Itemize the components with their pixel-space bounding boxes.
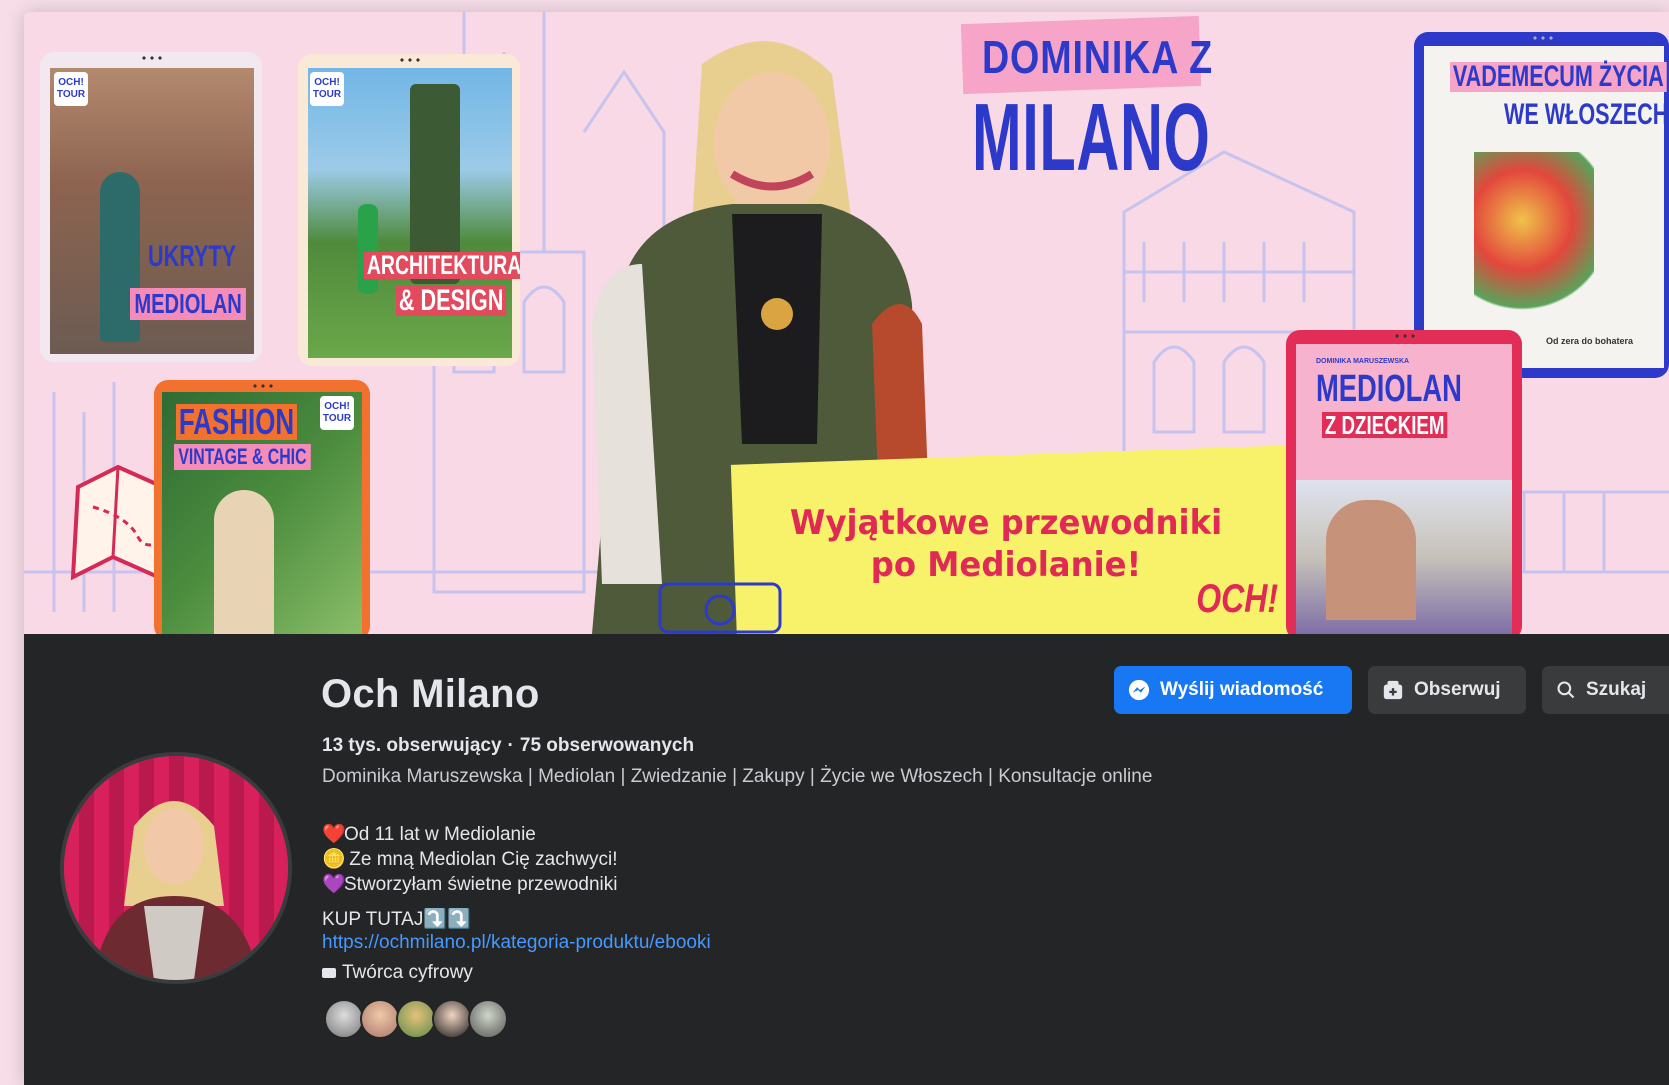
cover-tagline-line1: Wyjątkowe przewodniki <box>789 503 1223 543</box>
cover-title-line2: MILANO <box>972 84 1211 191</box>
follow-button[interactable]: Obserwuj <box>1368 666 1526 714</box>
book-author: DOMINIKA MARUSZEWSKA <box>1316 358 1410 365</box>
book-title-line2: & DESIGN <box>396 286 507 316</box>
follow-stats: 13 tys. obserwujący · 75 obserwowanych <box>322 735 694 757</box>
search-button[interactable]: Szukaj <box>1542 666 1669 714</box>
book-fashion-vintage-chic: OCH! TOUR FASHION VINTAGE & CHIC <box>154 380 370 634</box>
bio-line: 💜Stworzyłam świetne przewodniki <box>322 872 618 896</box>
followers-count[interactable]: 13 tys. obserwujący <box>322 735 502 756</box>
book-title-line1: MEDIOLAN <box>1316 368 1462 410</box>
bio-line: ❤️Od 11 lat w Mediolanie <box>322 822 536 846</box>
cover-tagline-line2: po Mediolanie! <box>870 545 1142 585</box>
search-icon <box>1556 680 1576 700</box>
facebook-page-window: OCH! TOUR UKRYTY MEDIOLAN OCH! TOUR ARCH… <box>24 12 1669 1085</box>
separator: · <box>507 735 514 756</box>
website-link[interactable]: https://ochmilano.pl/kategoria-produktu/… <box>322 932 711 954</box>
messenger-icon <box>1128 679 1150 701</box>
book-title-line1: UKRYTY <box>148 240 237 273</box>
follower-avatar[interactable] <box>432 999 472 1039</box>
cover-tagline: Wyjątkowe przewodniki po Mediolanie! <box>778 502 1234 586</box>
cover-photo[interactable]: OCH! TOUR UKRYTY MEDIOLAN OCH! TOUR ARCH… <box>24 12 1669 634</box>
category-icon <box>322 967 336 978</box>
page-category: Twórca cyfrowy <box>322 962 473 984</box>
och-tour-badge: OCH! TOUR <box>54 72 88 106</box>
follow-label: Obserwuj <box>1414 679 1501 700</box>
och-tour-badge: OCH! TOUR <box>320 396 354 430</box>
book-title-line1: FASHION <box>176 404 297 440</box>
follower-avatar[interactable] <box>396 999 436 1039</box>
send-message-button[interactable]: Wyślij wiadomość <box>1114 666 1352 714</box>
book-title-line1: VADEMECUM ŻYCIA <box>1450 62 1667 92</box>
send-message-label: Wyślij wiadomość <box>1160 679 1324 700</box>
bio-text: Stworzyłam świetne przewodniki <box>344 874 618 895</box>
profile-header: Och Milano 13 tys. obserwujący · 75 obserw… <box>24 634 1669 1085</box>
avatar-image <box>64 756 288 980</box>
book-vademecum: VADEMECUM ŻYCIA WE WŁOSZECH Od zera do b… <box>1414 32 1669 378</box>
cta-text: KUP TUTAJ <box>322 909 424 930</box>
bio-line: 🪙 Ze mną Mediolan Cię zachwyci! <box>322 847 618 871</box>
follow-icon <box>1382 679 1404 701</box>
following-count[interactable]: 75 obserwowanych <box>520 735 694 756</box>
follower-avatar[interactable] <box>324 999 364 1039</box>
book-architektura-design: OCH! TOUR ARCHITEKTURA & DESIGN <box>298 54 520 366</box>
bio-text: Od 11 lat w Mediolanie <box>344 824 536 845</box>
category-text: Twórca cyfrowy <box>342 962 473 983</box>
purple-heart-icon: 💜 <box>322 874 346 895</box>
camera-icon <box>658 582 782 634</box>
search-label: Szukaj <box>1586 679 1647 700</box>
arrow-down-icon: ⤵️⤵️ <box>423 909 471 930</box>
heart-icon: ❤️ <box>322 824 346 845</box>
book-title-line1: ARCHITEKTURA <box>364 252 520 279</box>
book-ukryty-mediolan: OCH! TOUR UKRYTY MEDIOLAN <box>40 52 262 362</box>
book-title-line2: MEDIOLAN <box>130 288 247 320</box>
page-title: Och Milano <box>321 672 540 716</box>
follower-avatar[interactable] <box>360 999 400 1039</box>
book-title-line2: Z DZIECKIEM <box>1322 412 1448 438</box>
follower-avatar[interactable] <box>468 999 508 1039</box>
och-tour-badge: OCH! TOUR <box>310 72 344 106</box>
och-logo: OCH! <box>1196 577 1278 621</box>
book-caption: Od zera do bohatera <box>1546 336 1634 346</box>
bio-text: Ze mną Mediolan Cię zachwyci! <box>344 849 618 870</box>
profile-avatar[interactable] <box>60 752 292 984</box>
chest-icon: 🪙 <box>322 849 346 870</box>
page-subtitle: Dominika Maruszewska | Mediolan | Zwiedz… <box>322 766 1153 787</box>
book-mediolan-z-dzieckiem: DOMINIKA MARUSZEWSKA MEDIOLAN Z DZIECKIE… <box>1286 330 1522 634</box>
cover-title-line1: DOMINIKA Z <box>982 31 1214 83</box>
cta-line: KUP TUTAJ⤵️⤵️ <box>322 907 471 931</box>
book-title-line2: VINTAGE & CHIC <box>174 444 311 470</box>
book-title-line2: WE WŁOSZECH <box>1504 98 1669 131</box>
